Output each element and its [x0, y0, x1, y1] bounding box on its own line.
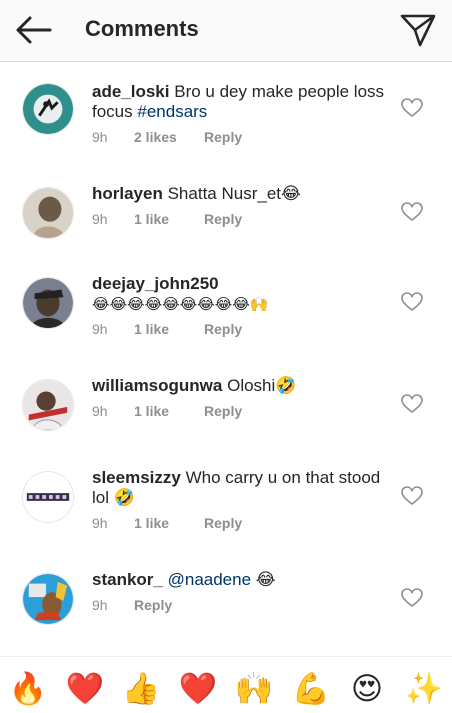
avatar-image — [23, 574, 73, 624]
comment-time: 9h — [92, 403, 108, 419]
comment-text: deejay_john250 😂😂😂😂😂😂😂😂😂🙌 — [92, 274, 392, 314]
avatar-image — [23, 380, 73, 430]
comment-meta: 9h 1 like Reply — [92, 515, 392, 531]
comment-body: 😂😂😂😂😂😂😂😂😂🙌 — [92, 296, 269, 313]
reply-button[interactable]: Reply — [204, 403, 242, 419]
reply-button[interactable]: Reply — [134, 597, 172, 613]
comment-username[interactable]: stankor_ — [92, 570, 163, 589]
comment-meta: 9h 2 likes Reply — [92, 129, 392, 145]
comment-meta: 9h Reply — [92, 597, 392, 613]
flexed-biceps-emoji-button[interactable]: 💪 — [291, 669, 331, 709]
comment-username[interactable]: ade_loski — [92, 82, 170, 101]
red-heart-emoji-button[interactable]: ❤️ — [65, 669, 105, 709]
comment-username[interactable]: horlayen — [92, 184, 163, 203]
avatar[interactable] — [22, 379, 74, 431]
avatar[interactable] — [22, 83, 74, 135]
top-bar: Comments — [0, 0, 452, 62]
comment-time: 9h — [92, 321, 108, 337]
comment-body: Shatta Nusr_et😂 — [167, 184, 301, 203]
sparkles-emoji-button[interactable]: ✨ — [404, 669, 444, 709]
comment-meta: 9h 1 like Reply — [92, 211, 392, 227]
avatar-image — [23, 472, 73, 522]
avatar-image — [23, 84, 73, 134]
avatar-image — [23, 278, 73, 328]
comment-text: horlayen Shatta Nusr_et😂 — [92, 184, 392, 204]
comment-likes[interactable]: 1 like — [134, 211, 204, 227]
avatar[interactable] — [22, 471, 74, 523]
comment-meta: 9h 1 like Reply — [92, 321, 392, 337]
fire-emoji-button[interactable]: 🔥 — [8, 669, 48, 709]
comment-text: stankor_ @naadene 😂 — [92, 570, 392, 590]
comment-text: sleemsizzy Who carry u on that stood lol… — [92, 468, 392, 508]
comment-time: 9h — [92, 597, 108, 613]
comment-text: ade_loski Bro u dey make people loss foc… — [92, 82, 392, 122]
page-title: Comments — [85, 16, 199, 41]
avatar[interactable] — [22, 277, 74, 329]
back-arrow-icon[interactable] — [14, 12, 54, 48]
red-heart-emoji-button[interactable]: ❤️ — [178, 669, 218, 709]
like-heart-icon[interactable] — [400, 200, 424, 224]
avatar-image — [23, 188, 73, 238]
like-heart-icon[interactable] — [400, 392, 424, 416]
like-heart-icon[interactable] — [400, 586, 424, 610]
comment-likes[interactable]: 2 likes — [134, 129, 204, 145]
hashtag-link[interactable]: #endsars — [137, 102, 207, 121]
comment-time: 9h — [92, 515, 108, 531]
raising-hands-emoji-button[interactable]: 🙌 — [234, 669, 274, 709]
quick-reaction-bar: 🔥 ❤️ 👍 ❤️ 🙌 💪 😍 ✨ — [0, 656, 452, 713]
comment-body: 😂 — [255, 570, 276, 589]
comment-likes[interactable]: 1 like — [134, 403, 204, 419]
comment-username[interactable]: deejay_john250 — [92, 274, 219, 293]
like-heart-icon[interactable] — [400, 484, 424, 508]
comment-likes[interactable]: 1 like — [134, 321, 204, 337]
reply-button[interactable]: Reply — [204, 211, 242, 227]
comment-likes[interactable]: 1 like — [134, 515, 204, 531]
like-heart-icon[interactable] — [400, 96, 424, 120]
comment-body: Oloshi🤣 — [227, 376, 297, 395]
comment-meta: 9h 1 like Reply — [92, 403, 392, 419]
comment-username[interactable]: sleemsizzy — [92, 468, 181, 487]
reply-button[interactable]: Reply — [204, 321, 242, 337]
comment-username[interactable]: williamsogunwa — [92, 376, 222, 395]
avatar[interactable] — [22, 187, 74, 239]
direct-send-icon[interactable] — [398, 10, 438, 50]
comment-text: williamsogunwa Oloshi🤣 — [92, 376, 392, 396]
reply-button[interactable]: Reply — [204, 515, 242, 531]
comment-time: 9h — [92, 129, 108, 145]
thumbs-up-emoji-button[interactable]: 👍 — [121, 669, 161, 709]
mention-link[interactable]: @naadene — [168, 570, 251, 589]
comment-list: ade_loski Bro u dey make people loss foc… — [0, 62, 452, 656]
heart-eyes-emoji-button[interactable]: 😍 — [347, 669, 387, 709]
reply-button[interactable]: Reply — [204, 129, 242, 145]
comment-time: 9h — [92, 211, 108, 227]
avatar[interactable] — [22, 573, 74, 625]
like-heart-icon[interactable] — [400, 290, 424, 314]
